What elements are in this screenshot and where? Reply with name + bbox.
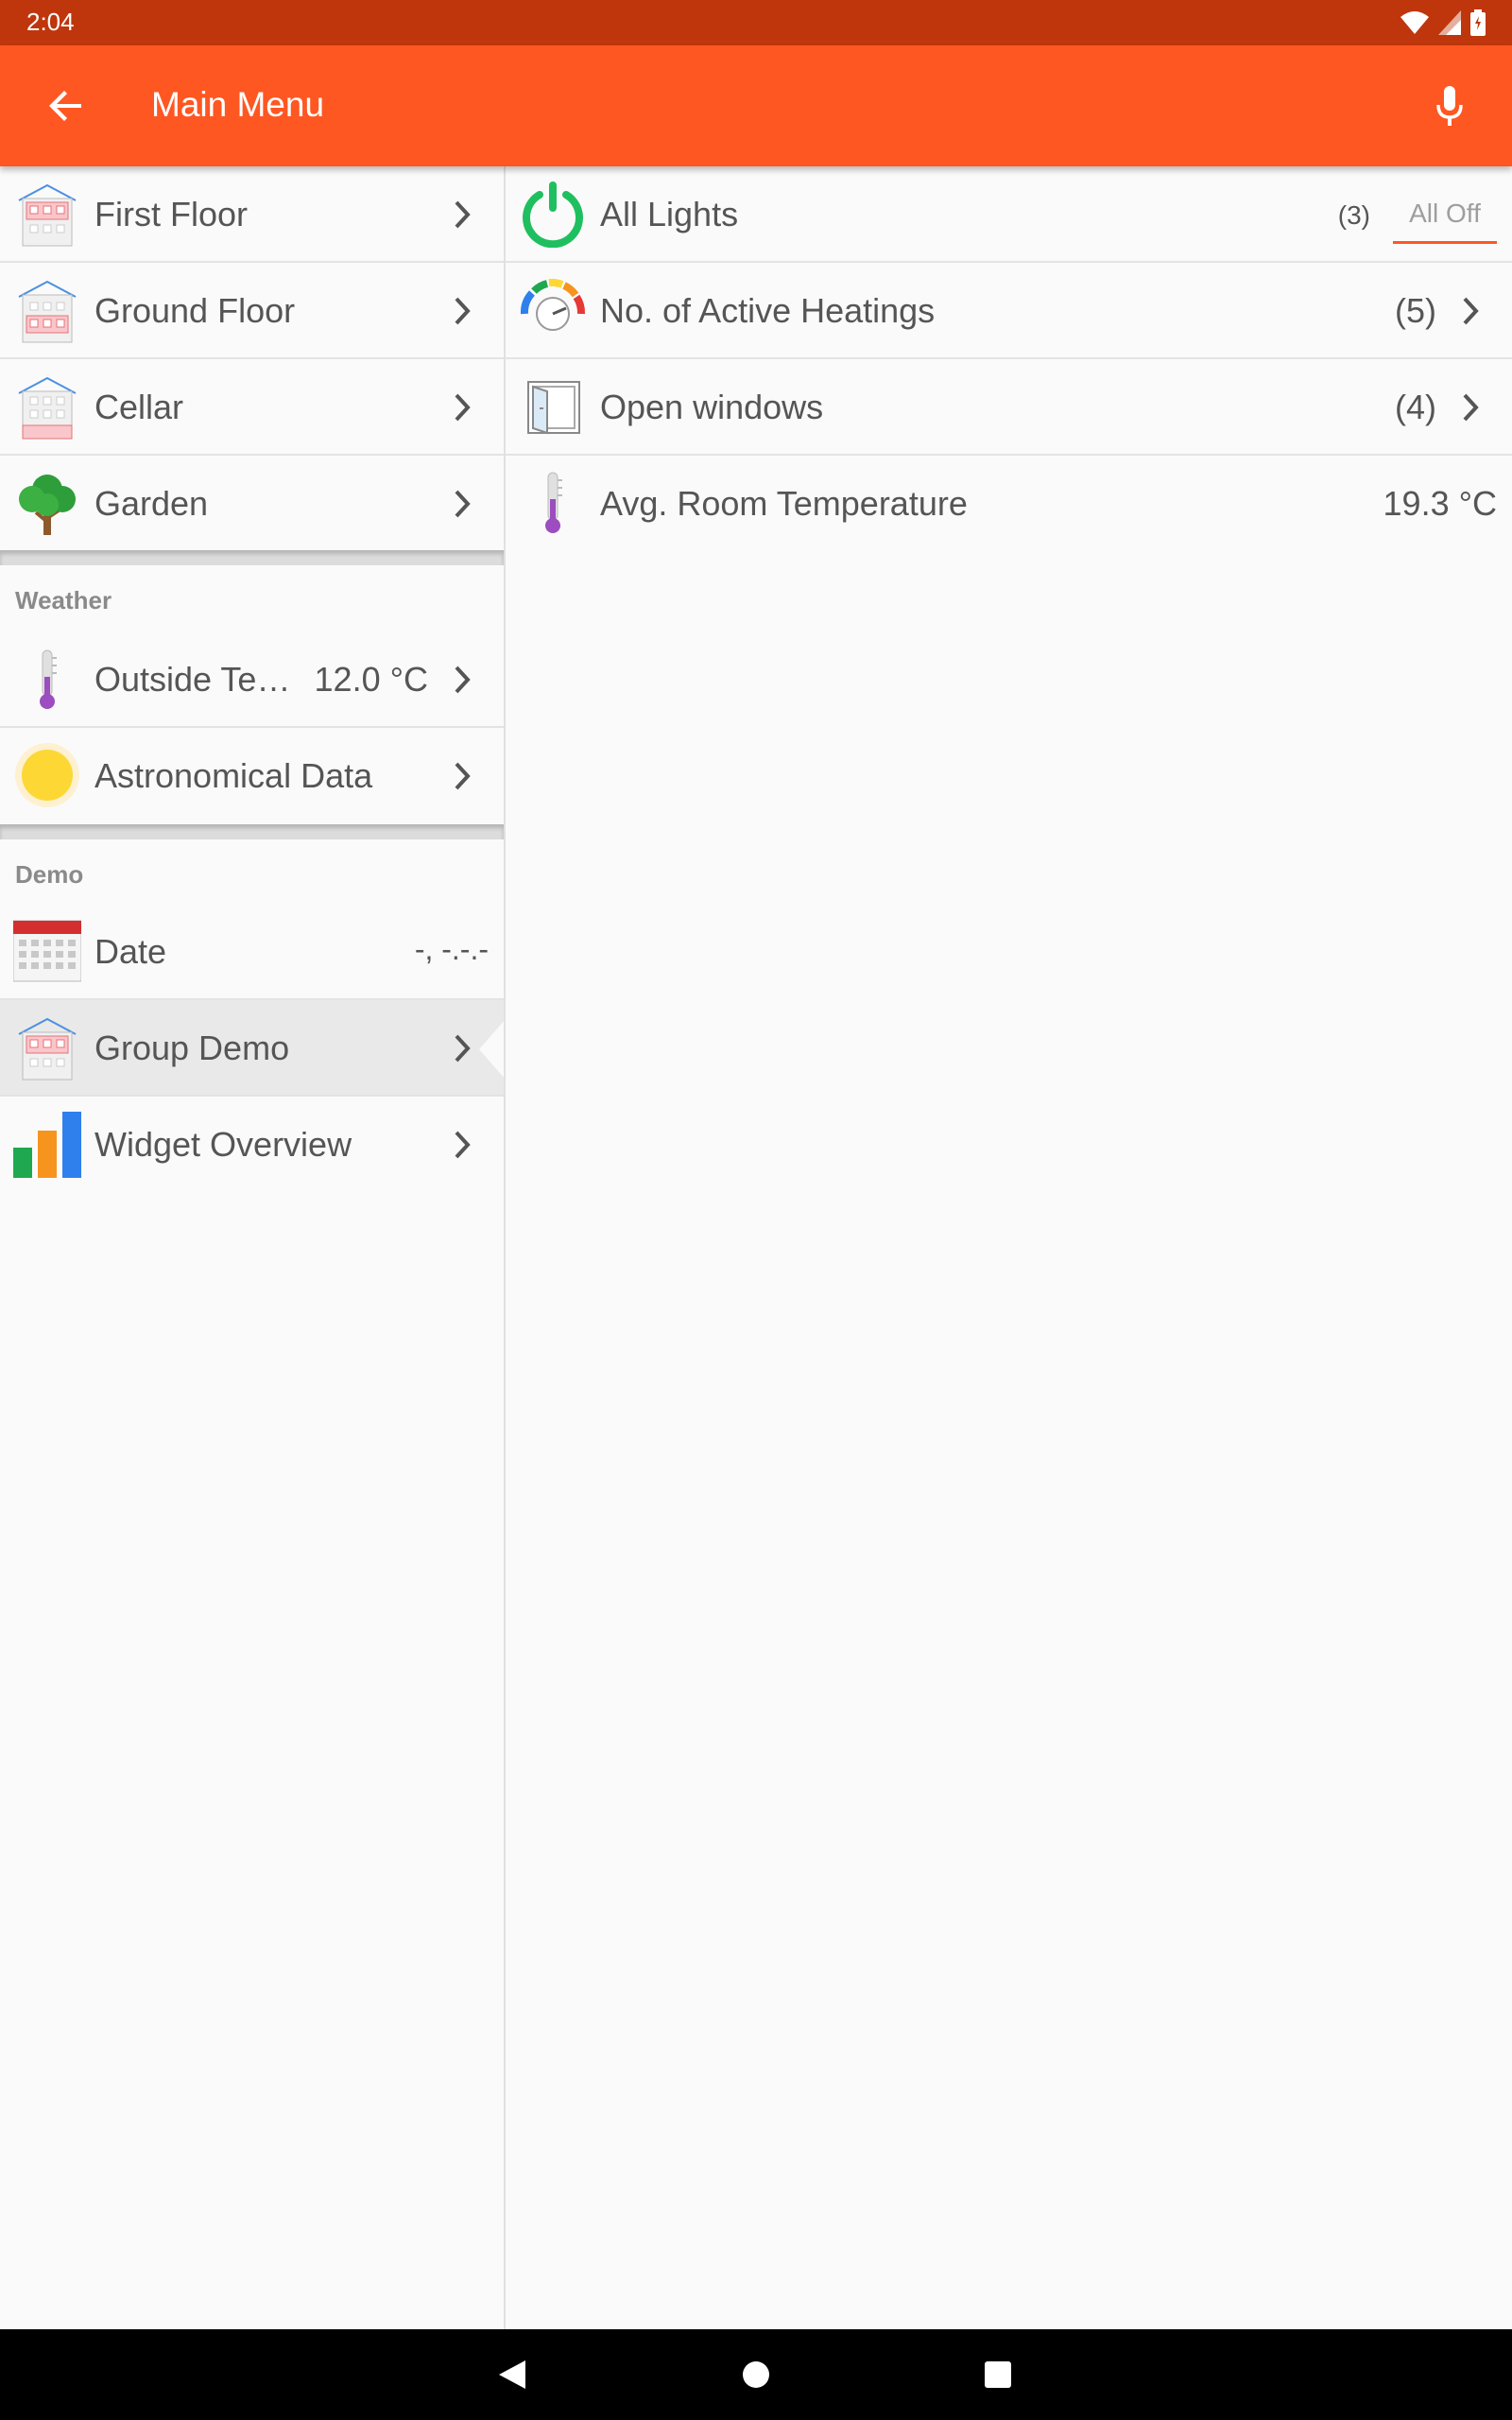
group-demo-pane: All Lights (3) All Off No. of Active Hea…: [506, 166, 1512, 2329]
chevron-right-icon: [455, 762, 471, 790]
house-icon: [18, 280, 77, 343]
widget-active-heatings[interactable]: No. of Active Heatings (5): [506, 263, 1512, 359]
chevron-right-icon: [455, 666, 471, 694]
widget-all-lights: All Lights (3) All Off: [506, 166, 1512, 263]
sidebar-item-garden[interactable]: Garden: [0, 456, 504, 552]
voice-command-button[interactable]: [1421, 78, 1478, 134]
section-header-demo: Demo: [15, 860, 84, 889]
chevron-right-icon: [1463, 393, 1479, 422]
system-navigation-bar: [0, 2329, 1512, 2420]
sitemap-sidebar: First Floor Ground Floor Cellar Garden W…: [0, 166, 506, 2329]
chevron-right-icon: [455, 200, 471, 229]
sidebar-item-label: First Floor: [94, 195, 248, 233]
sun-icon: [15, 743, 79, 807]
chevron-right-icon: [455, 1131, 471, 1159]
triangle-back-icon: [499, 2360, 525, 2389]
chevron-right-icon: [1463, 297, 1479, 325]
window-icon: [527, 381, 580, 435]
status-time: 2:04: [26, 8, 75, 36]
calendar-icon: [13, 920, 81, 982]
sidebar-item-label: Garden: [94, 484, 209, 523]
sidebar-item-label: Cellar: [94, 388, 184, 426]
widget-label: No. of Active Heatings: [600, 291, 936, 330]
sidebar-item-label: Date: [94, 932, 167, 971]
section-divider: [0, 550, 504, 565]
chevron-right-icon: [455, 297, 471, 325]
chevron-right-icon: [455, 1034, 471, 1063]
wifi-icon: [1400, 11, 1429, 34]
thermometer-icon: [40, 649, 57, 709]
nav-back-button[interactable]: [490, 2352, 535, 2397]
date-value: -, -.-.-: [414, 932, 489, 966]
sidebar-item-group-demo[interactable]: Group Demo: [0, 1000, 506, 1097]
power-icon: [523, 182, 583, 248]
sidebar-item-label: Outside Te…: [94, 660, 291, 699]
sidebar-item-ground-floor[interactable]: Ground Floor: [0, 263, 504, 359]
back-button[interactable]: [38, 78, 94, 134]
app-bar: Main Menu: [0, 45, 1512, 166]
nav-recents-button[interactable]: [975, 2352, 1021, 2397]
outside-temperature-value: 12.0 °C: [314, 660, 428, 699]
sidebar-item-label: Ground Floor: [94, 291, 296, 330]
sidebar-item-label: Astronomical Data: [94, 756, 373, 795]
arrow-back-icon: [49, 91, 81, 121]
sidebar-item-astronomical-data[interactable]: Astronomical Data: [0, 728, 504, 824]
circle-home-icon: [743, 2361, 769, 2388]
sidebar-item-outside-temperature[interactable]: Outside Te… 12.0 °C: [0, 631, 504, 728]
thermometer-icon: [545, 472, 562, 533]
bar-chart-icon: [13, 1112, 81, 1178]
section-header-weather: Weather: [15, 586, 112, 614]
gauge-icon: [520, 278, 586, 331]
cell-signal-icon: [1438, 10, 1461, 35]
sidebar-item-label: Group Demo: [94, 1028, 290, 1067]
house-icon: [18, 183, 77, 247]
widget-label: Avg. Room Temperature: [600, 484, 968, 523]
widget-label: All Lights: [600, 195, 739, 233]
microphone-icon: [1436, 86, 1463, 126]
nav-home-button[interactable]: [733, 2352, 779, 2397]
lights-count: (3): [1337, 200, 1370, 230]
widget-open-windows[interactable]: Open windows (4): [506, 359, 1512, 456]
avg-temperature-value: 19.3 °C: [1383, 484, 1497, 523]
status-bar: 2:04: [0, 0, 1512, 45]
tree-icon: [19, 475, 76, 535]
sidebar-item-widget-overview[interactable]: Widget Overview: [0, 1097, 504, 1193]
chevron-right-icon: [455, 490, 471, 518]
widget-avg-room-temperature: Avg. Room Temperature 19.3 °C: [506, 456, 1512, 552]
widget-label: Open windows: [600, 388, 824, 426]
page-title: Main Menu: [151, 85, 325, 124]
house-icon: [18, 376, 77, 440]
windows-count: (4): [1395, 388, 1436, 426]
sidebar-item-date: Date -, -.-.-: [0, 904, 504, 1000]
square-recents-icon: [985, 2361, 1011, 2388]
all-off-button[interactable]: All Off: [1393, 197, 1497, 244]
selection-indicator: [479, 1019, 506, 1080]
battery-icon: [1470, 9, 1486, 36]
chevron-right-icon: [455, 393, 471, 422]
sidebar-item-cellar[interactable]: Cellar: [0, 359, 504, 456]
sidebar-item-label: Widget Overview: [94, 1125, 352, 1164]
house-icon: [18, 1017, 77, 1080]
section-divider: [0, 824, 504, 839]
heatings-count: (5): [1395, 291, 1436, 330]
sidebar-item-first-floor[interactable]: First Floor: [0, 166, 504, 263]
